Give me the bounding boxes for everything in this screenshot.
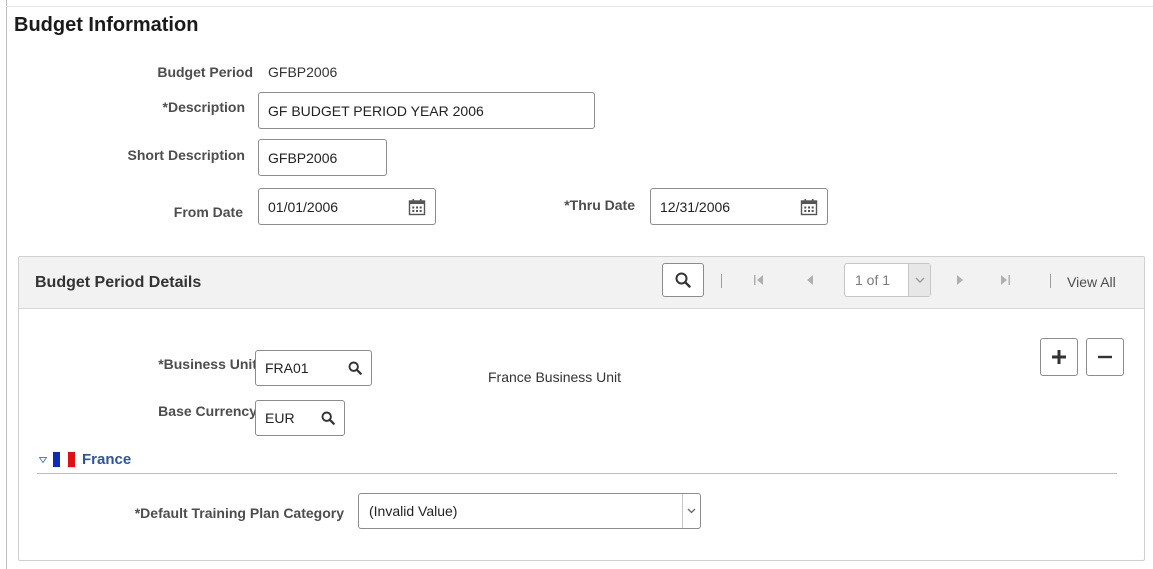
short-description-value: GFBP2006 xyxy=(268,149,338,166)
budget-period-details-panel: Budget Period Details 1 of 1 View All *B… xyxy=(18,256,1145,561)
panel-title: Budget Period Details xyxy=(35,274,202,291)
add-row-button[interactable] xyxy=(1040,338,1078,376)
calendar-icon[interactable] xyxy=(408,198,426,216)
search-icon[interactable] xyxy=(321,411,335,425)
france-group-label: France xyxy=(82,451,132,468)
top-border xyxy=(6,6,1153,7)
description-input[interactable]: GF BUDGET PERIOD YEAR 2006 xyxy=(258,92,595,129)
last-page-icon[interactable] xyxy=(998,272,1012,288)
base-currency-value: EUR xyxy=(265,410,295,426)
base-currency-input[interactable]: EUR xyxy=(255,400,345,436)
description-value: GF BUDGET PERIOD YEAR 2006 xyxy=(268,102,484,119)
training-category-value: (Invalid Value) xyxy=(369,503,458,519)
triangle-down-icon xyxy=(39,456,47,463)
budget-period-value: GFBP2006 xyxy=(268,64,338,80)
search-icon xyxy=(675,272,691,288)
next-page-icon[interactable] xyxy=(953,272,967,288)
separator xyxy=(1050,274,1051,288)
chevron-down-icon xyxy=(682,494,700,528)
search-icon[interactable] xyxy=(348,361,362,375)
france-group-toggle[interactable]: France xyxy=(39,451,131,468)
group-divider xyxy=(37,473,1117,474)
thru-date-input[interactable]: 12/31/2006 xyxy=(650,188,828,225)
thru-date-label: *Thru Date xyxy=(564,197,635,213)
page-title: Budget Information xyxy=(14,14,199,36)
plus-icon xyxy=(1052,350,1066,364)
separator xyxy=(721,274,722,288)
base-currency-label: Base Currency xyxy=(158,403,257,419)
panel-header: Budget Period Details 1 of 1 View All xyxy=(19,257,1144,309)
page-selector-value: 1 of 1 xyxy=(855,272,891,288)
training-category-label: *Default Training Plan Category xyxy=(134,505,344,521)
description-label: *Description xyxy=(162,99,245,115)
calendar-icon[interactable] xyxy=(800,198,818,216)
france-flag-icon xyxy=(53,452,75,467)
short-description-label: Short Description xyxy=(127,147,245,163)
previous-page-icon[interactable] xyxy=(803,272,817,288)
first-page-icon[interactable] xyxy=(752,272,766,288)
minus-icon xyxy=(1098,355,1112,359)
business-unit-value: FRA01 xyxy=(265,360,309,376)
thru-date-value: 12/31/2006 xyxy=(660,198,731,215)
left-border xyxy=(6,0,7,569)
from-date-input[interactable]: 01/01/2006 xyxy=(258,188,436,225)
short-description-input[interactable]: GFBP2006 xyxy=(258,139,387,176)
from-date-label: From Date xyxy=(173,204,243,220)
page-selector[interactable]: 1 of 1 xyxy=(844,263,931,297)
view-all-link[interactable]: View All xyxy=(1067,274,1116,290)
find-button[interactable] xyxy=(662,263,704,297)
business-unit-description: France Business Unit xyxy=(488,369,622,385)
from-date-value: 01/01/2006 xyxy=(268,198,339,215)
chevron-down-icon xyxy=(908,264,930,296)
training-category-select[interactable]: (Invalid Value) xyxy=(358,493,701,529)
budget-period-label: Budget Period xyxy=(157,64,253,80)
business-unit-label: *Business Unit xyxy=(158,356,257,372)
delete-row-button[interactable] xyxy=(1086,338,1124,376)
business-unit-input[interactable]: FRA01 xyxy=(255,350,372,386)
